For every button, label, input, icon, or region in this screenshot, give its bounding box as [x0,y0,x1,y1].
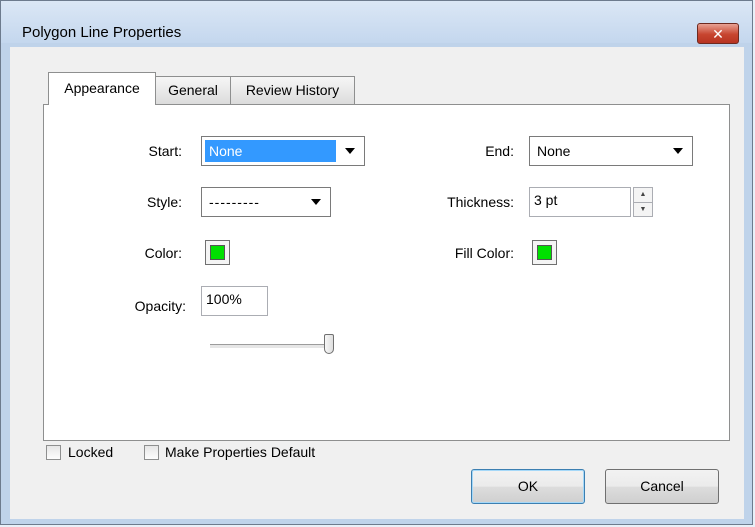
tab-general[interactable]: General [155,76,231,104]
fill-color-label: Fill Color: [454,245,514,261]
end-select-value: None [537,143,571,159]
make-default-label[interactable]: Make Properties Default [165,444,315,460]
chevron-down-icon [673,148,683,154]
style-select-value: --------- [209,194,260,210]
start-select-value: None [205,140,336,162]
chevron-down-icon [345,148,355,154]
fill-color-swatch [537,245,552,260]
close-button[interactable]: ✕ [697,23,739,44]
tab-appearance[interactable]: Appearance [48,72,156,105]
dialog-title: Polygon Line Properties [22,24,182,41]
opacity-slider-track[interactable] [210,344,330,349]
opacity-label: Opacity: [134,298,186,314]
style-select[interactable]: --------- [201,187,331,217]
spin-up-icon[interactable]: ▲ [634,188,652,202]
end-label: End: [485,143,514,159]
locked-label[interactable]: Locked [68,444,113,460]
thickness-input[interactable]: 3 pt [529,187,631,217]
thickness-stepper[interactable]: ▲ ▼ [633,187,653,217]
start-select[interactable]: None [201,136,365,166]
opacity-slider-thumb[interactable] [324,334,334,354]
opacity-input[interactable]: 100% [201,286,268,316]
chevron-down-icon [311,199,321,205]
ok-button[interactable]: OK [471,469,585,504]
cancel-button[interactable]: Cancel [605,469,719,504]
make-default-checkbox[interactable] [144,445,159,460]
end-select[interactable]: None [529,136,693,166]
tab-review-history[interactable]: Review History [230,76,355,104]
close-icon: ✕ [712,26,724,42]
title-bar[interactable]: Polygon Line Properties ✕ [1,1,752,44]
thickness-label: Thickness: [447,194,514,210]
spin-down-icon[interactable]: ▼ [634,202,652,217]
color-picker-button[interactable] [205,240,230,265]
style-label: Style: [146,194,182,210]
fill-color-picker-button[interactable] [532,240,557,265]
color-label: Color: [144,245,182,261]
start-label: Start: [148,143,182,159]
color-swatch [210,245,225,260]
locked-checkbox[interactable] [46,445,61,460]
